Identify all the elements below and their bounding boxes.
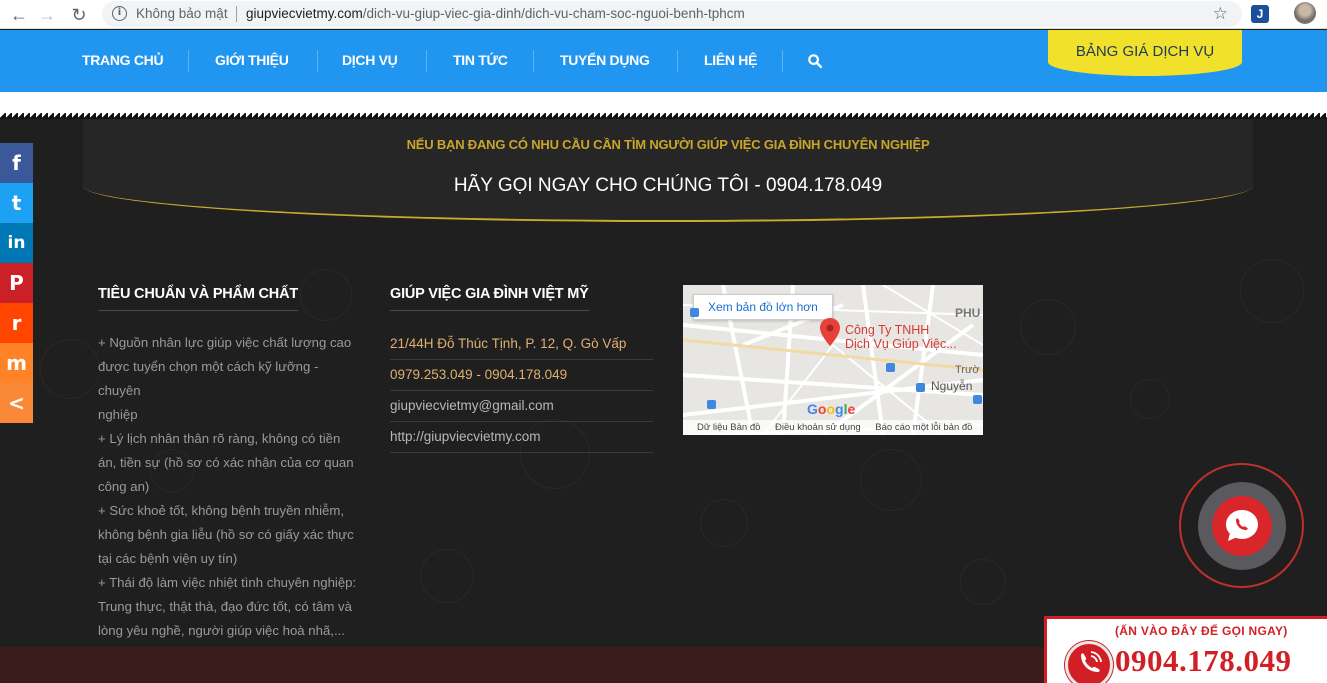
standards-line: được tuyển chọn một cách kỹ lưỡng - chuy… [98, 359, 319, 398]
info-icon[interactable]: i [112, 6, 127, 21]
standards-line: + Lý lịch nhân thân rõ ràng, không có ti… [98, 431, 341, 446]
standards-line: công an) [98, 479, 150, 494]
twitter-icon[interactable]: t [0, 183, 33, 223]
extension-icon[interactable]: J [1251, 5, 1269, 23]
search-icon[interactable] [808, 54, 822, 68]
nav-services[interactable]: DỊCH VỤ [342, 52, 398, 68]
standards-line: + Sức khoẻ tốt, không bệnh truyền nhiễm, [98, 503, 344, 518]
call-now-number: 0904.178.049 [1115, 643, 1292, 678]
phone-icon [1065, 641, 1113, 683]
nav-divider [317, 50, 318, 72]
contact-title: GIÚP VIỆC GIA ĐÌNH VIỆT MỸ [390, 286, 589, 311]
url-path: /dich-vu-giup-viec-gia-dinh/dich-vu-cham… [362, 6, 745, 21]
share-icon[interactable]: < [0, 383, 33, 423]
map-street-label: Trườ [955, 364, 980, 376]
security-label[interactable]: Không bảo mật [136, 6, 228, 21]
contact-email[interactable]: giupviecvietmy@gmail.com [390, 391, 653, 422]
transit-icon [973, 395, 982, 404]
map-place-line: Công Ty TNHH [845, 323, 930, 337]
reload-icon[interactable]: ↻ [68, 4, 90, 26]
nav-news[interactable]: TIN TỨC [453, 52, 508, 68]
map-data-link[interactable]: Dữ liệu Bản đồ [697, 422, 760, 433]
background-circle [300, 269, 352, 321]
standards-line: không bệnh gia liễu (hồ sơ có giấy xác t… [98, 527, 354, 542]
google-letter: G [807, 401, 818, 417]
mix-icon[interactable]: m [0, 343, 33, 383]
transit-icon [690, 308, 699, 317]
call-now-banner[interactable]: (ẤN VÀO ĐÂY ĐỂ GỌI NGAY) 0904.178.049 [1044, 616, 1327, 683]
nav-divider [533, 50, 534, 72]
phone-glyph [1081, 651, 1102, 672]
contact-address[interactable]: 21/44H Đỗ Thúc Tịnh, P. 12, Q. Gò Vấp [390, 329, 653, 360]
map-street-label: Nguyễn [931, 379, 973, 393]
price-list-label: BẢNG GIÁ DỊCH VỤ [1075, 43, 1215, 60]
background-circle [1130, 379, 1170, 419]
background-circle [700, 499, 748, 547]
view-larger-map-link[interactable]: Xem bản đồ lớn hơn [693, 294, 833, 320]
embedded-map[interactable]: Xem bản đồ lớn hơn Công Ty TNHH Dịch Vụ G… [683, 285, 983, 435]
back-icon[interactable]: ← [8, 4, 30, 26]
call-to-action-banner: NẾU BẠN ĐANG CÓ NHU CẦU CẦN TÌM NGƯỜI GI… [83, 119, 1253, 222]
map-report-link[interactable]: Báo cáo một lỗi bản đồ [875, 422, 972, 433]
google-logo: Google [807, 401, 855, 417]
nav-divider [782, 50, 783, 72]
facebook-icon[interactable]: f [0, 143, 33, 183]
nav-home[interactable]: TRANG CHỦ [82, 52, 164, 68]
browser-toolbar: ← → ↻ i Không bảo mật giupviecvietmy.com… [0, 0, 1327, 29]
omnibox-divider [236, 6, 237, 22]
standards-line: Trung thực, thật thà, đạo đức tốt, có tâ… [98, 599, 352, 614]
nav-contact[interactable]: LIÊN HỆ [704, 52, 757, 68]
cta-headline: HÃY GỌI NGAY CHO CHÚNG TÔI - 0904.178.04… [453, 175, 883, 196]
nav-divider [188, 50, 189, 72]
standards-line: tại các bệnh viện uy tín) [98, 551, 238, 566]
profile-avatar[interactable] [1294, 2, 1316, 24]
price-list-button[interactable]: BẢNG GIÁ DỊCH VỤ [1048, 30, 1242, 76]
cta-subtitle: NẾU BẠN ĐANG CÓ NHU CẦU CẦN TÌM NGƯỜI GI… [406, 137, 930, 152]
nav-divider [426, 50, 427, 72]
reddit-icon[interactable]: r [0, 303, 33, 343]
google-letter: e [847, 401, 856, 417]
google-letter: g [835, 401, 844, 417]
map-terms-link[interactable]: Điều khoản sử dụng [775, 422, 861, 433]
map-footer: Dữ liệu Bản đồ Điều khoản sử dụng Báo cá… [683, 420, 983, 435]
contact-list: 21/44H Đỗ Thúc Tịnh, P. 12, Q. Gò Vấp 09… [390, 329, 653, 453]
standards-line: lòng yêu nghề, người giúp việc hoà nhã,.… [98, 623, 345, 638]
url-text[interactable]: giupviecvietmy.com/dich-vu-giup-viec-gia… [246, 6, 745, 21]
nav-divider [677, 50, 678, 72]
background-circle [40, 339, 100, 399]
google-letter: o [826, 401, 836, 417]
chat-phone-icon [1226, 510, 1258, 541]
footer: NẾU BẠN ĐANG CÓ NHU CẦU CẦN TÌM NGƯỜI GI… [0, 119, 1327, 647]
call-now-label: (ẤN VÀO ĐÂY ĐỂ GỌI NGAY) [1115, 624, 1288, 638]
map-place-label[interactable]: Công Ty TNHH Dịch Vụ Giúp Việc... [845, 323, 957, 351]
map-pin-icon[interactable] [820, 318, 840, 346]
transit-icon [886, 363, 895, 372]
contact-website[interactable]: http://giupviecvietmy.com [390, 422, 653, 453]
standards-text: + Nguồn nhân lực giúp việc chất lượng ca… [98, 331, 363, 643]
nav-recruitment[interactable]: TUYỂN DỤNG [560, 52, 650, 68]
transit-icon [707, 400, 716, 409]
background-circle [960, 559, 1006, 605]
background-circle [420, 549, 474, 603]
nav-about[interactable]: GIỚI THIỆU [215, 52, 289, 68]
url-domain: giupviecvietmy.com [246, 6, 363, 21]
transit-icon [916, 383, 925, 392]
standards-title: TIÊU CHUẨN VÀ PHẨM CHẤT [98, 286, 298, 311]
standards-line: nghiệp [98, 407, 138, 422]
map-area-label: PHU [955, 306, 981, 320]
background-circle [1240, 259, 1304, 323]
bookmark-star-icon[interactable]: ☆ [1213, 4, 1228, 24]
contact-phones[interactable]: 0979.253.049 - 0904.178.049 [390, 360, 653, 391]
pinterest-icon[interactable]: P [0, 263, 33, 303]
address-bar[interactable]: i Không bảo mật giupviecvietmy.com/dich-… [102, 1, 1242, 27]
standards-line: + Thái độ làm việc nhiệt tình chuyên ngh… [98, 575, 357, 590]
linkedin-icon[interactable]: in [0, 223, 33, 263]
standards-line: + Nguồn nhân lực giúp việc chất lượng ca… [98, 335, 352, 350]
background-circle [860, 449, 922, 511]
floating-call-button[interactable] [1212, 496, 1272, 556]
background-circle [1020, 299, 1076, 355]
forward-icon[interactable]: → [36, 4, 58, 26]
standards-line: án, tiền sự (hồ sơ có xác nhận của cơ qu… [98, 455, 354, 470]
map-place-line: Dịch Vụ Giúp Việc... [845, 337, 957, 351]
